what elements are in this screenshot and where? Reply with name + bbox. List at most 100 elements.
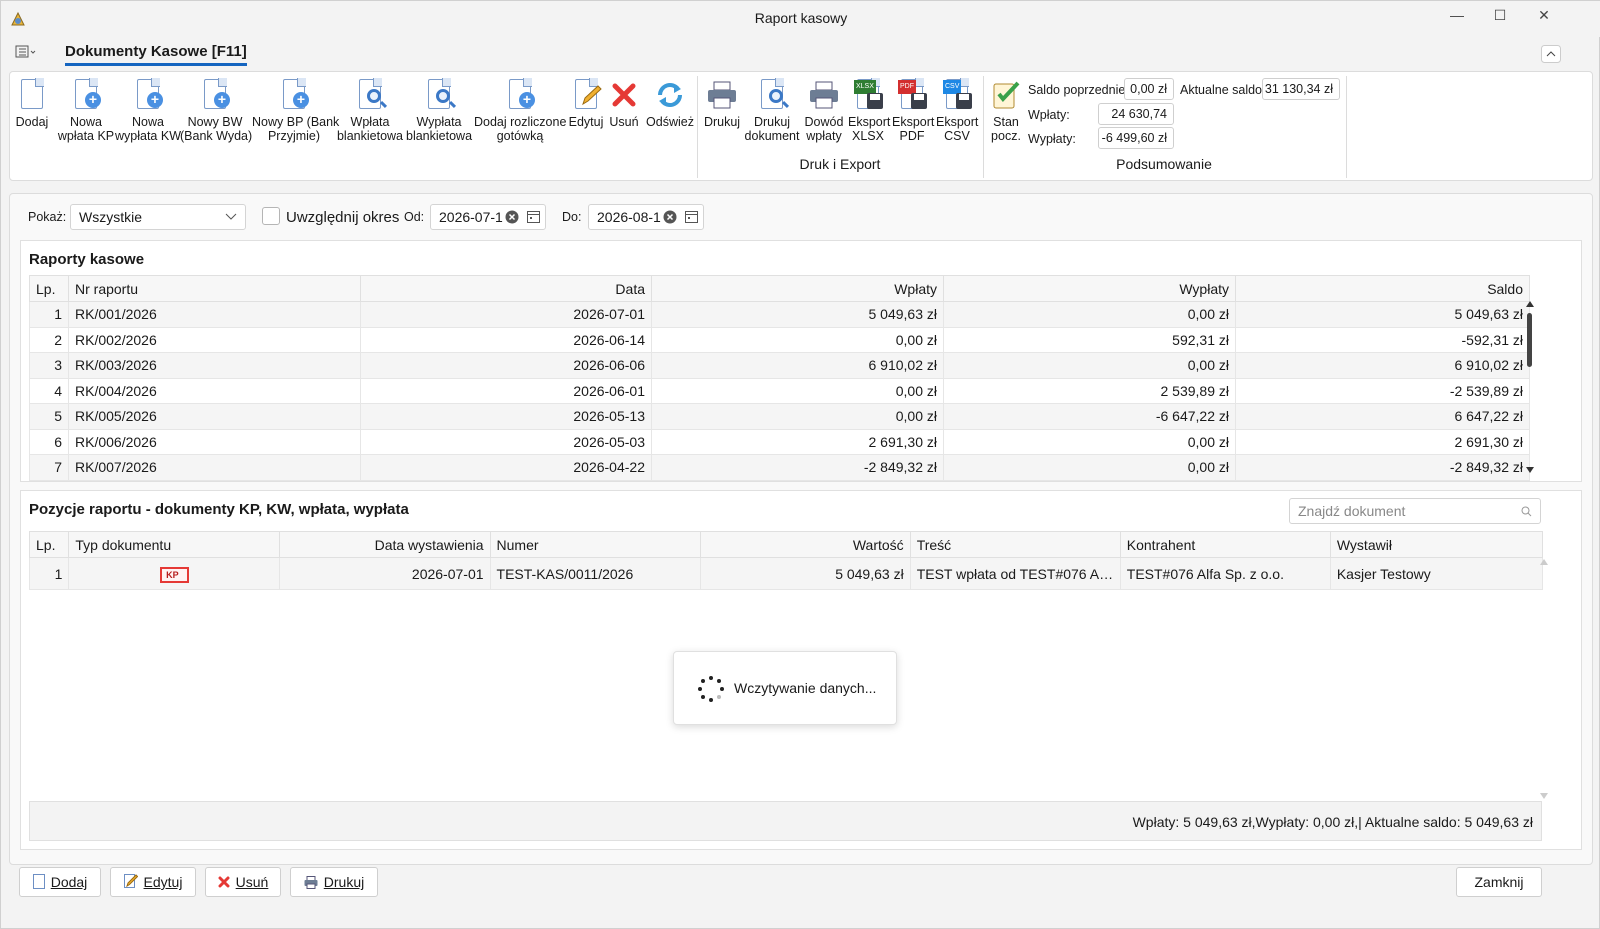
wplaty-summary-label: Wpłaty:	[1028, 108, 1070, 122]
drukuj-ribbon-button[interactable]: Drukuj	[702, 78, 742, 129]
wplata-blankietowa-button[interactable]: Wpłata blankietowa	[336, 78, 404, 143]
od-label: Od:	[404, 210, 425, 224]
table-row[interactable]: 4 RK/004/2026 2026-06-01 0,00 zł 2 539,89 zł…	[29, 377, 1530, 404]
col-lp[interactable]: Lp.	[28, 531, 70, 558]
edytuj-button[interactable]: Edytuj	[110, 867, 196, 897]
drukuj-button[interactable]: Drukuj	[290, 867, 378, 897]
eksport-xlsx-button[interactable]: XLSX Eksport XLSX	[848, 78, 890, 143]
cell-nr-raportu: RK/003/2026	[68, 352, 361, 379]
scroll-up-icon[interactable]	[1540, 559, 1548, 565]
wyplata-blankietowa-button[interactable]: Wypłata blankietowa	[406, 78, 472, 143]
printer-icon	[304, 876, 318, 889]
dodaj-rozliczone-button[interactable]: + Dodaj rozliczone gotówką	[474, 78, 566, 143]
col-data[interactable]: Data	[360, 275, 652, 302]
ribbon-label: Nowa wypłata KW	[115, 115, 181, 143]
cell-nr-raportu: RK/006/2026	[68, 428, 361, 455]
zamknij-button[interactable]: Zamknij	[1456, 867, 1542, 897]
col-nr-raportu[interactable]: Nr raportu	[68, 275, 361, 302]
col-wyplaty[interactable]: Wypłaty	[943, 275, 1236, 302]
document-plus-icon: +	[504, 78, 536, 112]
cell-lp: 7	[29, 454, 69, 481]
wyplaty-summary-value: -6 499,60 zł	[1098, 127, 1174, 149]
dodaj-button[interactable]: Dodaj	[19, 867, 101, 897]
nowy-bp-button[interactable]: + Nowy BP (Bank Przyjmie)	[252, 78, 339, 143]
cell-lp: 4	[29, 377, 69, 404]
scroll-down-icon[interactable]	[1526, 467, 1534, 473]
cell-data: 2026-05-13	[360, 403, 652, 430]
reports-scrollbar[interactable]	[1523, 301, 1537, 475]
odswiez-ribbon-button[interactable]: Odśwież	[646, 78, 694, 129]
col-tresc[interactable]: Treść	[909, 531, 1121, 558]
refresh-icon	[654, 78, 686, 112]
minimize-button[interactable]: —	[1434, 7, 1480, 31]
col-typ-dokumentu[interactable]: Typ dokumentu	[68, 531, 281, 558]
table-row[interactable]: 2 RK/002/2026 2026-06-14 0,00 zł 592,31 zł -5…	[29, 326, 1530, 353]
scroll-down-icon[interactable]	[1540, 793, 1548, 799]
eksport-csv-button[interactable]: CSV Eksport CSV	[936, 78, 978, 143]
positions-scrollbar[interactable]	[1537, 559, 1551, 799]
col-saldo[interactable]: Saldo	[1235, 275, 1530, 302]
cell-saldo: 6 647,22 zł	[1235, 403, 1530, 430]
maximize-button[interactable]: ☐	[1477, 7, 1523, 31]
cell-wplaty: 2 691,30 zł	[651, 428, 944, 455]
dowod-wplaty-button[interactable]: Dowód wpłaty	[802, 78, 846, 143]
collapse-ribbon-icon[interactable]	[1541, 45, 1561, 63]
col-wplaty[interactable]: Wpłaty	[651, 275, 944, 302]
stan-pocz-button[interactable]: Stan pocz.	[988, 78, 1024, 143]
pdf-export-icon: PDF	[896, 78, 928, 112]
cell-lp: 2	[29, 326, 69, 353]
cell-saldo: 2 691,30 zł	[1235, 428, 1530, 455]
scroll-up-icon[interactable]	[1526, 301, 1534, 307]
nowa-wyplata-kw-button[interactable]: + Nowa wypłata KW	[112, 78, 184, 143]
nowa-wplata-kp-button[interactable]: + Nowa wpłata KP	[54, 78, 118, 143]
ribbon-label: Eksport PDF	[892, 115, 935, 143]
calendar-icon[interactable]	[685, 210, 698, 223]
table-row[interactable]: 5 RK/005/2026 2026-05-13 0,00 zł -6 647,22 z…	[29, 403, 1530, 430]
eksport-pdf-button[interactable]: PDF Eksport PDF	[892, 78, 935, 143]
table-row[interactable]: 7 RK/007/2026 2026-04-22 -2 849,32 zł 0,00 z…	[29, 454, 1530, 481]
nowy-bw-button[interactable]: + Nowy BW (Bank Wyda)	[180, 78, 252, 143]
col-wartosc[interactable]: Wartość	[699, 531, 911, 558]
scroll-thumb[interactable]	[1527, 313, 1532, 367]
cell-data: 2026-07-01	[279, 557, 491, 590]
tab-dokumenty-kasowe[interactable]: Dokumenty Kasowe [F11]	[65, 43, 247, 66]
cell-data: 2026-07-01	[360, 301, 652, 328]
uwzglednij-okres-checkbox[interactable]	[262, 207, 280, 225]
clear-icon[interactable]	[505, 210, 519, 224]
positions-footer: Wpłaty: 5 049,63 zł,Wypłaty: 0,00 zł,| A…	[29, 801, 1542, 841]
col-numer[interactable]: Numer	[489, 531, 701, 558]
col-data-wystawienia[interactable]: Data wystawienia	[279, 531, 491, 558]
document-plus-icon: +	[70, 78, 102, 112]
table-row[interactable]: 1 RK/001/2026 2026-07-01 5 049,63 zł 0,00 zł…	[29, 301, 1530, 328]
do-date-input[interactable]: 2026-08-1	[588, 204, 704, 230]
cell-wyplaty: 0,00 zł	[943, 428, 1236, 455]
calendar-icon[interactable]	[527, 210, 540, 223]
search-placeholder: Znajdź dokument	[1298, 503, 1406, 519]
document-search-input[interactable]: Znajdź dokument	[1289, 498, 1541, 524]
table-row[interactable]: 1 KP 2026-07-01 TEST-KAS/0011/2026 5 049…	[28, 557, 1544, 590]
usun-button[interactable]: Usuń	[205, 867, 281, 897]
drukuj-dokument-button[interactable]: Drukuj dokument	[744, 78, 800, 143]
edytuj-ribbon-button[interactable]: Edytuj	[566, 78, 606, 129]
table-row[interactable]: 6 RK/006/2026 2026-05-03 2 691,30 zł 0,00 zł…	[29, 428, 1530, 455]
table-row[interactable]: 3 RK/003/2026 2026-06-06 6 910,02 zł 0,00 zł…	[29, 352, 1530, 379]
cell-lp: 1	[28, 557, 70, 590]
ribbon-label: Dodaj	[15, 115, 49, 129]
ribbon-label: Wpłata blankietowa	[336, 115, 403, 143]
pokaz-select[interactable]: Wszystkie	[70, 204, 246, 230]
cell-wplaty: 0,00 zł	[651, 403, 944, 430]
menu-icon[interactable]	[15, 45, 37, 59]
document-search-icon	[354, 78, 386, 112]
col-wystawil[interactable]: Wystawił	[1329, 531, 1544, 558]
col-kontrahent[interactable]: Kontrahent	[1119, 531, 1331, 558]
close-window-button[interactable]: ✕	[1521, 7, 1567, 31]
ribbon-label: Dowód wpłaty	[804, 115, 844, 143]
clear-icon[interactable]	[663, 210, 677, 224]
od-date-input[interactable]: 2026-07-1	[430, 204, 546, 230]
col-lp[interactable]: Lp.	[29, 275, 69, 302]
cell-data: 2026-06-14	[360, 326, 652, 353]
usun-ribbon-button[interactable]: Usuń	[608, 78, 640, 129]
cell-wystawil: Kasjer Testowy	[1329, 557, 1544, 590]
dodaj-ribbon-button[interactable]: Dodaj	[14, 78, 50, 129]
cell-kontrahent: TEST#076 Alfa Sp. z o.o.	[1119, 557, 1331, 590]
